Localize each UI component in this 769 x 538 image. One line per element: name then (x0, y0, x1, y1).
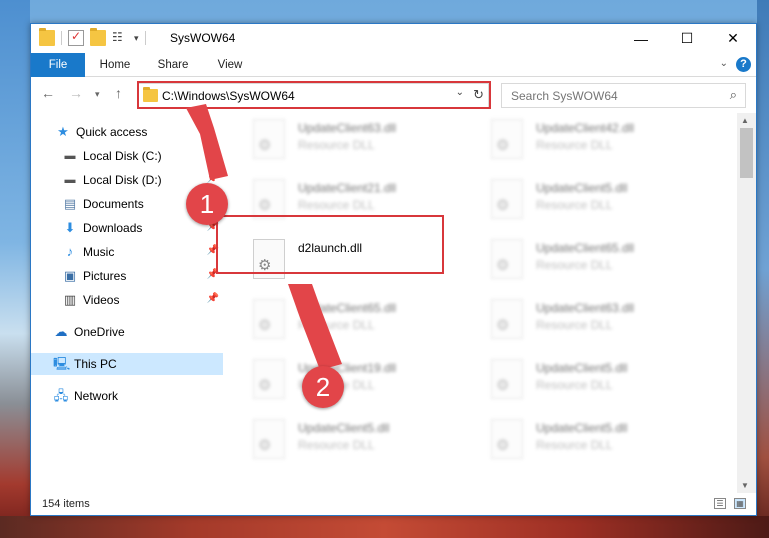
step-marker-2: 2 (302, 366, 344, 408)
arrow-1 (186, 104, 228, 180)
step-marker-1: 1 (186, 183, 228, 225)
annotation-arrows (186, 104, 342, 370)
arrow-2 (288, 284, 342, 370)
